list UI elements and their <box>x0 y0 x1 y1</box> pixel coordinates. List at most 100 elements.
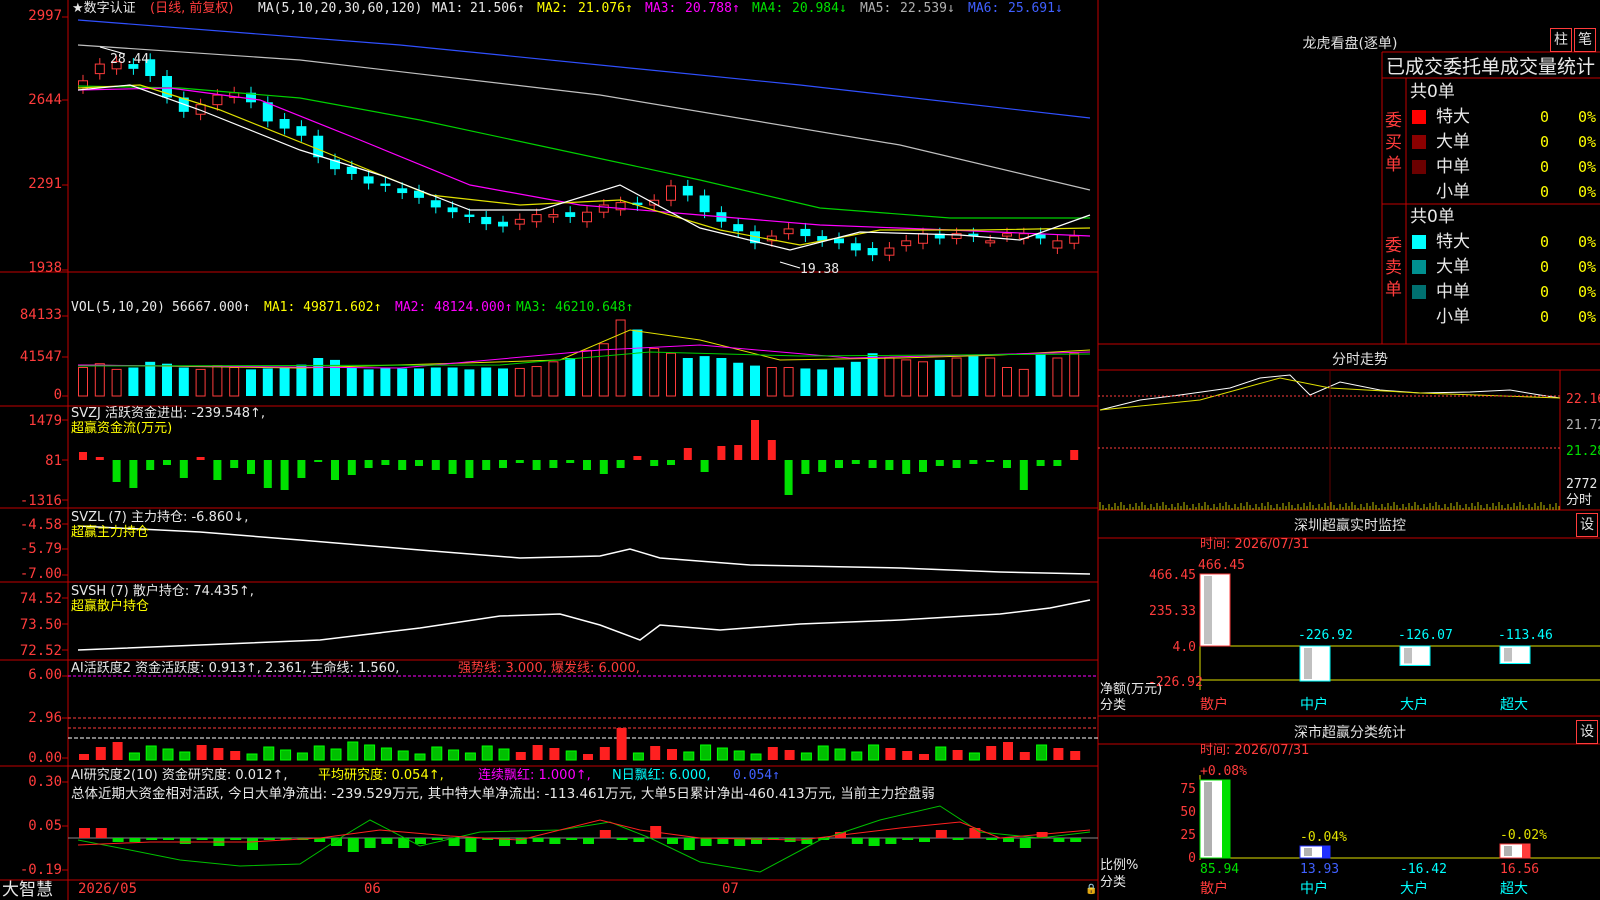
candle-body <box>1069 235 1080 244</box>
fund-flow-bar <box>112 460 121 482</box>
order-color-swatch <box>1412 160 1426 174</box>
activity-bar <box>280 749 292 761</box>
sz-category-y-tick: 25 <box>1180 828 1196 843</box>
order-percent: 0% <box>1578 258 1597 276</box>
candle-body <box>850 243 861 251</box>
category-name: 中户 <box>1300 697 1328 713</box>
sz-category-category-label: 分类 <box>1100 875 1127 890</box>
volume-bar <box>783 367 794 397</box>
volume-bar <box>279 367 290 396</box>
fund-flow-bar <box>129 460 138 488</box>
svzl-label: SVZL (7) 主力持仓: -6.860↓, <box>71 510 249 525</box>
research-bar <box>683 838 695 850</box>
vol-label: VOL(5,10,20) <box>71 300 165 315</box>
activity-bar <box>599 747 610 760</box>
net-amount-bar-shade <box>1304 648 1312 680</box>
activity-bar <box>515 752 526 760</box>
order-percent: 0% <box>1578 283 1597 301</box>
fund-flow-bar <box>566 460 575 463</box>
volume-bar <box>632 329 643 396</box>
order-size-name: 大单 <box>1436 132 1470 152</box>
ai-summary: 总体近期大资金相对活跃, 今日大单净流出: -239.529万元, 其中特大单净… <box>71 786 935 802</box>
net-amount-label: 466.45 <box>1198 558 1245 573</box>
volume-bar <box>346 367 357 396</box>
fund-flow-bar <box>767 440 776 460</box>
research-bar <box>616 838 628 840</box>
research-bar <box>885 838 897 844</box>
research-bar <box>230 838 242 840</box>
fund-flow-bar <box>633 456 642 460</box>
ma4-label: MA4: <box>752 1 784 16</box>
net-amount-label: -226.92 <box>1298 628 1353 643</box>
sz-monitor-y-tick: 235.33 <box>1149 604 1196 619</box>
chart-mode: (日线, 前复权) <box>150 1 234 16</box>
vol-ma1: MA1: 49871.602↑ <box>264 300 382 315</box>
y-tick: 72.52 <box>19 643 62 659</box>
sz-category-ratio-label: 比例% <box>1100 858 1139 873</box>
volume-bar <box>716 358 727 396</box>
ma6-value: 25.691↓ <box>1008 1 1063 16</box>
chart-canvas[interactable] <box>0 0 1600 900</box>
research-bar <box>347 838 359 852</box>
candle-body <box>783 228 794 235</box>
activity-bar <box>431 746 443 761</box>
research-bar <box>851 838 863 844</box>
activity-bar <box>632 752 644 761</box>
y-tick: -1316 <box>19 493 62 509</box>
volume-bar <box>649 348 660 397</box>
lock-icon[interactable]: 🔒 <box>1085 884 1097 895</box>
fund-flow-bar <box>398 460 407 470</box>
activity-bar <box>834 748 846 761</box>
volume-bar <box>313 358 324 396</box>
sz-monitor-title: 深圳超赢实时监控 <box>1294 518 1406 534</box>
stroke-mode-button[interactable]: 笔 <box>1574 28 1596 52</box>
volume-bar <box>968 356 979 396</box>
order-color-swatch <box>1412 110 1426 124</box>
volume-bar <box>514 367 525 397</box>
y-tick: 1938 <box>28 260 62 276</box>
fund-flow-bar <box>247 460 255 474</box>
order-size-name: 特大 <box>1436 107 1470 127</box>
bar-mode-button[interactable]: 柱 <box>1550 28 1572 52</box>
net-amount-label: -126.07 <box>1398 628 1453 643</box>
y-tick: 1479 <box>28 413 62 429</box>
candle-body <box>296 126 307 136</box>
fund-flow-bar <box>331 460 339 480</box>
y-tick: 2291 <box>28 176 62 192</box>
research-bar <box>431 838 443 840</box>
activity-bar <box>296 752 308 761</box>
fund-flow-bar <box>818 460 827 472</box>
activity-bar <box>851 751 863 761</box>
fund-flow-bar <box>179 460 188 478</box>
activity-bar <box>935 746 947 761</box>
app-logo: 大智慧 <box>2 880 53 900</box>
activity-bar <box>397 750 409 761</box>
candle-body <box>94 63 105 75</box>
volume-bar <box>481 367 492 396</box>
y-tick: 2644 <box>28 92 62 108</box>
research-bar <box>902 838 914 840</box>
volume-bar <box>414 368 424 396</box>
volume-bar <box>682 358 693 396</box>
candle-body <box>649 199 660 206</box>
sz-monitor-y-tick: 4.0 <box>1172 640 1196 655</box>
candle-body <box>212 94 223 106</box>
volume-bar <box>565 358 576 396</box>
sell-total: 共0单 <box>1410 207 1455 227</box>
sz-monitor-unit: 净额(万元) <box>1100 682 1163 697</box>
volume-bar <box>699 356 710 396</box>
sz-category-settings-button[interactable]: 设 <box>1576 720 1598 744</box>
sz-monitor-settings-button[interactable]: 设 <box>1576 513 1598 537</box>
vol-ma3: MA3: 46210.648↑ <box>516 300 634 315</box>
candle-body <box>430 200 441 208</box>
research-bar <box>700 838 712 846</box>
volume-bar <box>666 352 676 397</box>
ratio-bar-shade <box>1204 782 1212 856</box>
candle-body <box>985 240 996 244</box>
activity-bar <box>330 748 342 761</box>
fund-flow-bar <box>532 460 541 470</box>
order-percent: 0% <box>1578 133 1597 151</box>
y-tick: 0.30 <box>28 774 62 790</box>
research-bar <box>146 838 158 840</box>
fund-flow-bar <box>835 460 843 468</box>
